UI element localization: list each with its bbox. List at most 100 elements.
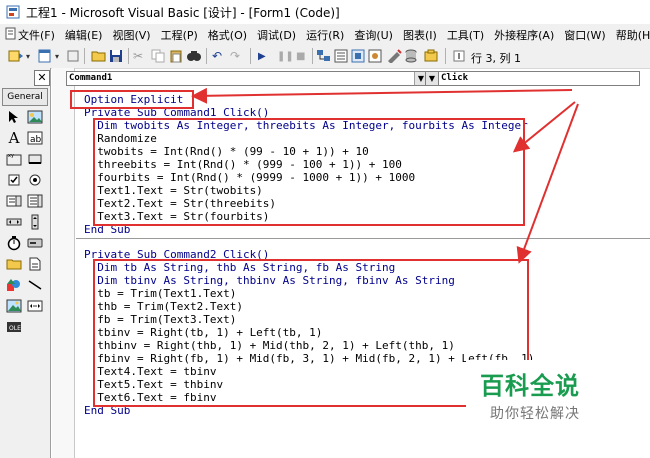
optionbutton-tool-icon[interactable] [26, 171, 44, 189]
data-tool-icon[interactable] [26, 297, 44, 315]
code-line[interactable]: fourbits = Int(Rnd() * (9999 - 1000 + 1)… [84, 171, 415, 184]
margin-indicator-bar[interactable] [52, 68, 75, 458]
menu-item[interactable]: 工具(T) [447, 27, 484, 43]
vscrollbar-tool-icon[interactable] [26, 213, 44, 231]
menu-item[interactable]: 视图(V) [112, 27, 150, 43]
drivelistbox-tool-icon[interactable] [26, 234, 44, 252]
add-project-icon[interactable] [8, 49, 24, 63]
vb-app-icon [6, 5, 20, 19]
menu-item[interactable]: 运行(R) [306, 27, 344, 43]
code-line[interactable]: thb = Trim(Text2.Text) [84, 300, 243, 313]
toolbar-separator [250, 48, 251, 64]
copy-icon[interactable] [151, 49, 165, 63]
find-icon[interactable] [186, 49, 202, 63]
timer-tool-icon[interactable] [5, 234, 23, 252]
code-line[interactable]: Text3.Text = Str(fourbits) [84, 210, 269, 223]
code-line[interactable]: Text5.Text = thbinv [84, 378, 223, 391]
procedure-dropdown-value: Click [441, 73, 469, 83]
menu-item[interactable]: 编辑(E) [65, 27, 103, 43]
undo-icon[interactable]: ↶ [212, 49, 222, 63]
menu-item[interactable]: 调试(D) [257, 27, 296, 43]
save-icon[interactable] [109, 49, 123, 63]
frame-tool-icon[interactable]: xy [5, 150, 23, 168]
listbox-tool-icon[interactable] [26, 192, 44, 210]
paste-icon[interactable] [169, 49, 183, 63]
code-line[interactable]: Text1.Text = Str(twobits) [84, 184, 263, 197]
ole-tool-icon[interactable]: OLE [5, 318, 23, 336]
properties-window-icon[interactable] [334, 49, 348, 63]
cut-icon[interactable]: ✂ [133, 49, 143, 63]
chevron-down-icon[interactable]: ▾ [55, 49, 59, 63]
code-line[interactable]: tbinv = Right(tb, 1) + Left(tb, 1) [84, 326, 322, 339]
object-dropdown[interactable]: Command1 ▼ [66, 71, 428, 86]
code-line[interactable]: thbinv = Right(thb, 1) + Mid(thb, 2, 1) … [84, 339, 455, 352]
toolbar-separator [206, 48, 207, 64]
svg-text:ab: ab [30, 135, 42, 145]
code-line[interactable]: Randomize [84, 132, 157, 145]
run-icon[interactable]: ▶ [258, 49, 266, 63]
watermark-logo: 百科全说 [480, 372, 580, 400]
checkbox-tool-icon[interactable] [5, 171, 23, 189]
hscrollbar-tool-icon[interactable] [5, 213, 23, 231]
code-line[interactable]: End Sub [84, 404, 130, 417]
code-line[interactable]: twobits = Int(Rnd() * (99 - 10 + 1)) + 1… [84, 145, 369, 158]
code-line[interactable]: Text4.Text = tbinv [84, 365, 216, 378]
code-line[interactable]: Dim tbinv As String, thbinv As String, f… [84, 274, 455, 287]
code-line[interactable]: End Sub [84, 223, 130, 236]
filelistbox-tool-icon[interactable] [26, 255, 44, 273]
pointer-tool-icon[interactable] [5, 108, 23, 126]
shape-tool-icon[interactable] [5, 276, 23, 294]
object-browser-icon[interactable] [368, 49, 382, 63]
code-line[interactable]: Dim twobits As Integer, threebits As Int… [84, 119, 527, 132]
menu-item[interactable]: 格式(O) [208, 27, 247, 43]
menu-item[interactable]: 外接程序(A) [494, 27, 554, 43]
menu-item[interactable]: 帮助(H) [616, 27, 650, 43]
commandbutton-tool-icon[interactable] [26, 150, 44, 168]
project-explorer-icon[interactable] [316, 49, 332, 63]
code-line[interactable]: Option Explicit [84, 93, 183, 106]
code-line[interactable]: tb = Trim(Text1.Text) [84, 287, 236, 300]
standard-toolbar: ▾ ▾ ✂ ↶ ↷ ▶ ❚❚ ■ 行 3, 列 1 [0, 44, 650, 69]
code-line[interactable]: Text6.Text = fbinv [84, 391, 216, 404]
document-icon[interactable] [4, 27, 17, 40]
procedure-dropdown[interactable]: Click [438, 71, 640, 86]
menu-items: 文件(F) 编辑(E) 视图(V) 工程(P) 格式(O) 调试(D) 运行(R) 查询(U)… [18, 27, 650, 43]
watermark-tagline: 助你轻松解决 [490, 406, 580, 422]
image-tool-icon[interactable] [5, 297, 23, 315]
label-tool-icon[interactable]: A [5, 129, 23, 147]
toolbox-panel: ✕ General A ab xy OLE [0, 68, 51, 458]
menu-item[interactable]: 窗口(W) [564, 27, 605, 43]
redo-icon[interactable]: ↷ [230, 49, 240, 63]
code-line[interactable]: threebits = Int(Rnd() * (999 - 100 + 1))… [84, 158, 402, 171]
code-line[interactable]: Text2.Text = Str(threebits) [84, 197, 276, 210]
code-line[interactable]: fb = Trim(Text3.Text) [84, 313, 236, 326]
code-line[interactable]: Dim tb As String, thb As String, fb As S… [84, 261, 395, 274]
stop-icon[interactable]: ■ [296, 49, 305, 63]
menu-bar: 文件(F) 编辑(E) 视图(V) 工程(P) 格式(O) 调试(D) 运行(R) 查询(U)… [0, 24, 650, 44]
code-line[interactable]: Private Sub Command2_Click() [84, 248, 269, 261]
combobox-tool-icon[interactable] [5, 192, 23, 210]
pause-icon[interactable]: ❚❚ [277, 49, 294, 63]
chevron-down-icon[interactable]: ▾ [26, 49, 30, 63]
toolbox-icon[interactable] [386, 49, 402, 63]
code-line[interactable]: Private Sub Command1_Click() [84, 106, 269, 119]
form-layout-icon[interactable] [351, 49, 365, 63]
menu-item[interactable]: 查询(U) [354, 27, 393, 43]
add-form-icon[interactable] [37, 49, 53, 63]
menu-item[interactable]: 图表(I) [403, 27, 437, 43]
menu-item[interactable]: 文件(F) [18, 27, 55, 43]
picturebox-tool-icon[interactable] [26, 108, 44, 126]
dirlistbox-tool-icon[interactable] [5, 255, 23, 273]
line-tool-icon[interactable] [26, 276, 44, 294]
toolbox-tab-general[interactable]: General [2, 88, 48, 106]
title-bar: 工程1 - Microsoft Visual Basic [设计] - [For… [0, 0, 650, 24]
close-icon[interactable]: ✕ [34, 70, 50, 86]
menu-item[interactable]: 工程(P) [161, 27, 198, 43]
menu-editor-icon[interactable] [66, 49, 80, 63]
textbox-tool-icon[interactable]: ab [26, 129, 44, 147]
component-manager-icon[interactable] [424, 49, 438, 63]
open-folder-icon[interactable] [91, 49, 107, 63]
chevron-down-icon[interactable]: ▼ [425, 71, 439, 86]
data-view-icon[interactable] [404, 49, 418, 63]
svg-text:OLE: OLE [9, 325, 21, 332]
